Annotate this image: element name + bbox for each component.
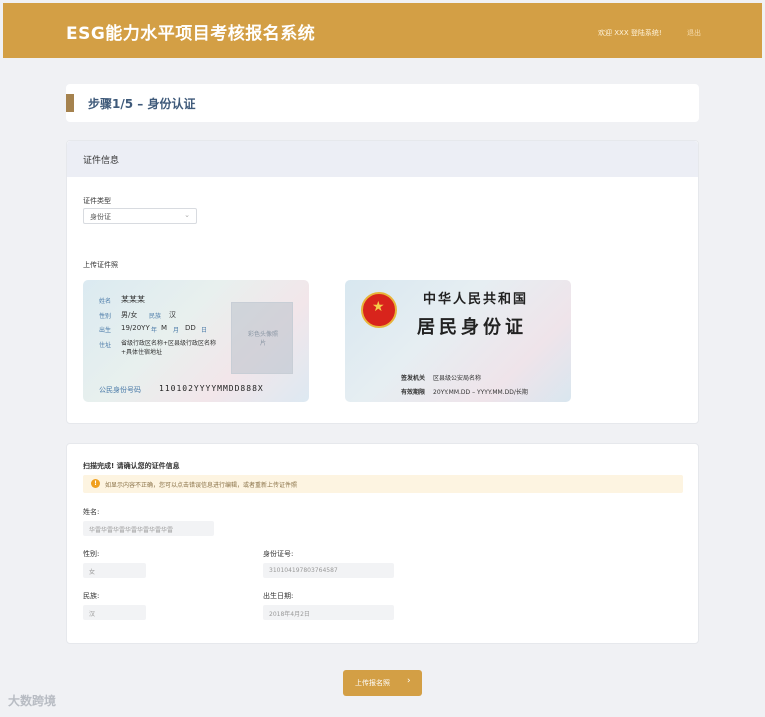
upload-photo-label: 上传证件照 bbox=[83, 261, 118, 269]
name-value: 华雷华雷华雷华雷华雷华雷华雷 bbox=[89, 527, 174, 534]
chevron-down-icon: ⌄ bbox=[184, 211, 190, 219]
app-header: ESG能力水平项目考核报名系统 欢迎 XXX 登陆系统! 退出 bbox=[3, 3, 762, 58]
watermark-logo: 大数跨境 bbox=[8, 694, 57, 708]
gender-value: 女 bbox=[89, 569, 96, 576]
warning-icon: ! bbox=[91, 479, 100, 488]
upload-photo-button-label: 上传报名照 bbox=[355, 679, 390, 687]
certificate-section-title: 证件信息 bbox=[83, 156, 120, 166]
back-authority-label: 签发机关 bbox=[401, 375, 426, 382]
back-card-name: 居民身份证 bbox=[417, 317, 527, 338]
front-address-label: 住址 bbox=[99, 342, 112, 349]
certificate-card: 证件信息 证件类型 身份证 ⌄ 上传证件照 姓名 某某某 性别 男/女 民族 汉… bbox=[66, 140, 699, 424]
chevron-right-icon: › bbox=[407, 676, 411, 686]
welcome-text: 欢迎 XXX 登陆系统! bbox=[598, 29, 662, 37]
notice-banner: ! 如显示内容不正确，您可以点击错误信息进行编辑，或者重新上传证件照 bbox=[83, 475, 683, 493]
birth-date-value: 2018年4月2日 bbox=[269, 611, 310, 618]
front-name-value: 某某某 bbox=[121, 295, 145, 304]
id-number-label: 身份证号: bbox=[263, 550, 294, 558]
gender-field[interactable]: 女 bbox=[83, 563, 146, 578]
ethnic-label: 民族: bbox=[83, 592, 100, 600]
front-birth-year: 19/20YY bbox=[121, 324, 150, 332]
id-card-back-upload[interactable]: 中华人民共和国 居民身份证 签发机关 区县级公安局名称 有效期限 20YY.MM… bbox=[345, 280, 571, 402]
notice-text: 如显示内容不正确，您可以点击错误信息进行编辑，或者重新上传证件照 bbox=[105, 482, 298, 489]
front-id-label: 公民身份号码 bbox=[99, 386, 141, 394]
birth-date-field[interactable]: 2018年4月2日 bbox=[263, 605, 394, 620]
id-card-front-upload[interactable]: 姓名 某某某 性别 男/女 民族 汉 出生 19/20YY 年 M 月 DD 日… bbox=[83, 280, 309, 402]
cert-type-select[interactable]: 身份证 ⌄ bbox=[83, 208, 197, 224]
front-id-number: 110102YYYYMMDD888X bbox=[159, 384, 264, 393]
front-gender-value: 男/女 bbox=[121, 311, 138, 319]
name-label: 姓名: bbox=[83, 508, 100, 516]
front-birth-month-unit: 月 bbox=[173, 327, 180, 334]
front-ethnic-value: 汉 bbox=[169, 311, 176, 319]
front-name-label: 姓名 bbox=[99, 298, 112, 305]
name-field[interactable]: 华雷华雷华雷华雷华雷华雷华雷 bbox=[83, 521, 214, 536]
front-gender-label: 性别 bbox=[99, 313, 112, 320]
cert-type-label: 证件类型 bbox=[83, 197, 111, 205]
step-header: 步骤1/5 – 身份认证 bbox=[66, 84, 699, 122]
national-emblem-icon bbox=[361, 292, 397, 328]
back-validity-value: 20YY.MM.DD – YYYY.MM.DD/长期 bbox=[433, 389, 528, 396]
id-number-value: 310104197803764587 bbox=[269, 567, 338, 574]
front-photo-placeholder: 彩色头像照片 bbox=[231, 302, 293, 374]
gender-label: 性别: bbox=[83, 550, 100, 558]
birth-date-label: 出生日期: bbox=[263, 592, 294, 600]
app-title: ESG能力水平项目考核报名系统 bbox=[66, 24, 316, 44]
ethnic-value: 汉 bbox=[89, 611, 96, 618]
back-authority-value: 区县级公安局名称 bbox=[433, 375, 482, 382]
front-birth-day: DD bbox=[185, 324, 196, 332]
front-address-value: 省级行政区名称+区县级行政区名称+具体住宿地址 bbox=[121, 340, 217, 356]
step-accent-bar bbox=[66, 94, 74, 112]
scan-title: 扫描完成! 请确认您的证件信息 bbox=[83, 462, 180, 470]
scan-result-card: 扫描完成! 请确认您的证件信息 ! 如显示内容不正确，您可以点击错误信息进行编辑… bbox=[66, 443, 699, 644]
logout-link[interactable]: 退出 bbox=[687, 28, 701, 38]
cert-type-value: 身份证 bbox=[90, 213, 111, 221]
front-birth-label: 出生 bbox=[99, 327, 112, 334]
step-title: 步骤1/5 – 身份认证 bbox=[88, 97, 196, 111]
front-birth-year-unit: 年 bbox=[151, 327, 158, 334]
front-birth-day-unit: 日 bbox=[201, 327, 208, 334]
front-birth-month: M bbox=[161, 324, 168, 332]
back-country: 中华人民共和国 bbox=[423, 292, 529, 307]
certificate-card-header: 证件信息 bbox=[67, 141, 698, 177]
upload-photo-button[interactable]: 上传报名照 › bbox=[343, 670, 422, 696]
back-validity-label: 有效期限 bbox=[401, 389, 426, 396]
ethnic-field[interactable]: 汉 bbox=[83, 605, 146, 620]
front-ethnic-label: 民族 bbox=[149, 313, 162, 320]
front-photo-text: 彩色头像照片 bbox=[247, 331, 278, 347]
id-number-field[interactable]: 310104197803764587 bbox=[263, 563, 394, 578]
